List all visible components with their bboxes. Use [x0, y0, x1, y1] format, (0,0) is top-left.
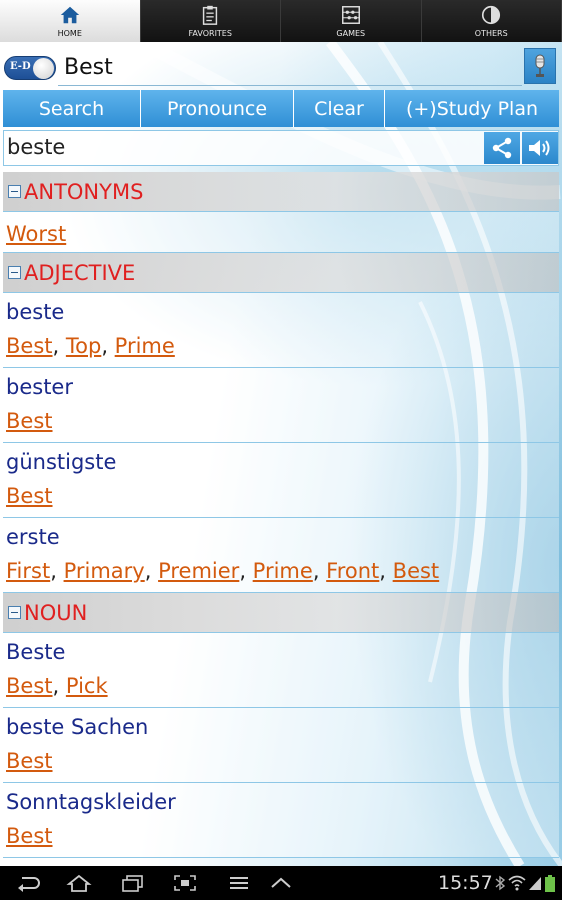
- link-list: Best: [6, 479, 556, 513]
- list-item: beste Best, Top, Prime: [3, 293, 559, 368]
- tab-label: OTHERS: [474, 29, 508, 38]
- translation-link[interactable]: Best: [6, 409, 53, 433]
- home-icon: [60, 6, 79, 24]
- clear-button[interactable]: Clear: [294, 90, 385, 127]
- entry-term: günstigste: [6, 450, 117, 474]
- circle-half-icon: [482, 5, 501, 25]
- link-list: Best, Pick: [6, 674, 108, 698]
- speaker-icon: [529, 140, 550, 156]
- tab-label: HOME: [57, 29, 82, 38]
- link-list: Best, Top, Prime: [6, 334, 175, 358]
- section-title: ADJECTIVE: [24, 260, 136, 285]
- pronounce-button[interactable]: Pronounce: [141, 90, 294, 127]
- language-toggle[interactable]: E-D: [4, 56, 56, 80]
- menu-icon[interactable]: [226, 874, 252, 892]
- entry-term: erste: [6, 525, 60, 549]
- abacus-icon: [341, 6, 360, 24]
- screenshot-icon[interactable]: [172, 874, 198, 892]
- toggle-knob: [33, 58, 54, 79]
- link-list: Best: [6, 819, 556, 853]
- section-header-adjective[interactable]: ADJECTIVE: [3, 253, 559, 293]
- search-input[interactable]: [58, 50, 522, 86]
- translation-link[interactable]: Primary: [64, 559, 145, 583]
- translation-link[interactable]: Best: [6, 674, 53, 698]
- list-item: bester Best: [3, 368, 559, 443]
- tab-favorites[interactable]: FAVORITES: [140, 0, 281, 42]
- list-item: günstigste Best: [3, 443, 559, 518]
- list-item: Beste Best, Pick: [3, 633, 559, 708]
- toggle-label: E-D: [10, 61, 31, 72]
- link-list: Worst: [6, 217, 556, 251]
- section-title: ANTONYMS: [24, 179, 144, 204]
- tab-home[interactable]: HOME: [0, 0, 141, 42]
- action-bar: Search Pronounce Clear (+)Study Plan: [3, 90, 559, 127]
- collapse-icon[interactable]: [8, 266, 21, 279]
- section-header-noun[interactable]: NOUN: [3, 593, 559, 633]
- voice-input-button[interactable]: [524, 48, 556, 84]
- clipboard-icon: [203, 5, 218, 25]
- bluetooth-icon: [495, 875, 506, 891]
- share-icon: [492, 137, 512, 159]
- translation-link[interactable]: Worst: [6, 222, 66, 246]
- translation-link[interactable]: Premier: [158, 559, 239, 583]
- link-list: Best: [6, 744, 556, 778]
- section-title: NOUN: [24, 600, 88, 625]
- tab-label: GAMES: [336, 29, 366, 38]
- entry-term: bester: [6, 375, 73, 399]
- tab-label: FAVORITES: [188, 29, 232, 38]
- speaker-button[interactable]: [522, 132, 558, 164]
- system-navigation-bar: 15:57: [0, 866, 562, 900]
- battery-icon: [545, 875, 555, 892]
- back-icon[interactable]: [16, 874, 42, 892]
- translation-link[interactable]: Best: [393, 559, 440, 583]
- results-list: ANTONYMS Worst ADJECTIVE beste Best, Top…: [3, 172, 559, 858]
- translation-link[interactable]: Pick: [66, 674, 108, 698]
- link-list: First, Primary, Premier, Prime, Front, B…: [6, 559, 440, 583]
- translation-link[interactable]: Best: [6, 484, 53, 508]
- entry-term: beste: [6, 300, 65, 324]
- result-word: beste: [7, 135, 66, 159]
- result-word-row: beste: [3, 130, 559, 166]
- translation-link[interactable]: Best: [6, 334, 53, 358]
- translation-link[interactable]: Best: [6, 824, 53, 848]
- search-button[interactable]: Search: [3, 90, 141, 127]
- share-button[interactable]: [484, 132, 520, 164]
- translation-link[interactable]: Top: [66, 334, 101, 358]
- tab-games[interactable]: GAMES: [281, 0, 422, 42]
- collapse-icon[interactable]: [8, 606, 21, 619]
- signal-icon: [529, 877, 541, 890]
- list-item: erste First, Primary, Premier, Prime, Fr…: [3, 518, 559, 593]
- section-header-antonyms[interactable]: ANTONYMS: [3, 172, 559, 212]
- translation-link[interactable]: Prime: [253, 559, 313, 583]
- entry-term: beste Sachen: [6, 715, 149, 739]
- list-item: Worst: [3, 212, 559, 253]
- study-plan-button[interactable]: (+)Study Plan: [385, 90, 559, 127]
- entry-term: Sonntagskleider: [6, 790, 176, 814]
- list-item: Sonntagskleider Best: [3, 783, 559, 858]
- recent-apps-icon[interactable]: [120, 874, 146, 892]
- translation-link[interactable]: First: [6, 559, 50, 583]
- microphone-icon: [535, 54, 545, 77]
- list-item: beste Sachen Best: [3, 708, 559, 783]
- collapse-icon[interactable]: [8, 185, 21, 198]
- tab-others[interactable]: OTHERS: [421, 0, 562, 42]
- home-nav-icon[interactable]: [66, 874, 92, 892]
- status-clock: 15:57: [438, 872, 493, 894]
- top-tab-bar: HOME FAVORITES GAMES OTHERS: [0, 0, 562, 42]
- wifi-icon: [508, 875, 526, 891]
- link-list: Best: [6, 404, 556, 438]
- translation-link[interactable]: Prime: [115, 334, 175, 358]
- translation-link[interactable]: Front: [326, 559, 379, 583]
- chevron-up-icon[interactable]: [268, 874, 294, 892]
- entry-term: Beste: [6, 640, 66, 664]
- translation-link[interactable]: Best: [6, 749, 53, 773]
